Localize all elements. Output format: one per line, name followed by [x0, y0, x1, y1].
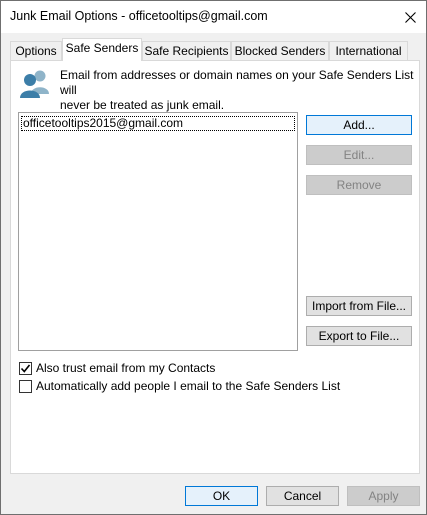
dialog-footer: OK Cancel Apply — [1, 474, 426, 514]
auto-add-option[interactable]: Automatically add people I email to the … — [19, 379, 340, 393]
auto-add-checkbox[interactable] — [19, 379, 32, 393]
safe-senders-panel: Email from addresses or domain names on … — [10, 60, 420, 474]
people-icon — [20, 70, 49, 98]
export-to-file-button[interactable]: Export to File... — [306, 326, 412, 346]
window-title: Junk Email Options - officetooltips@gmai… — [10, 9, 268, 23]
tab-strip: Options Safe Senders Safe Recipients Blo… — [10, 38, 420, 61]
remove-button[interactable]: Remove — [306, 175, 412, 195]
import-from-file-button[interactable]: Import from File... — [306, 296, 412, 316]
safe-senders-list[interactable]: officetooltips2015@gmail.com — [18, 112, 298, 351]
edit-button[interactable]: Edit... — [306, 145, 412, 165]
trust-contacts-label: Also trust email from my Contacts — [36, 361, 216, 375]
tab-blocked-senders[interactable]: Blocked Senders — [231, 41, 329, 61]
cancel-button[interactable]: Cancel — [266, 486, 339, 506]
ok-button[interactable]: OK — [185, 486, 258, 506]
tab-international[interactable]: International — [329, 41, 408, 61]
apply-button[interactable]: Apply — [347, 486, 420, 506]
description-line-1: Email from addresses or domain names on … — [60, 68, 414, 97]
auto-add-label: Automatically add people I email to the … — [36, 379, 341, 393]
description-line-2: never be treated as junk email. — [60, 98, 225, 112]
checkmark-icon — [20, 364, 31, 373]
tab-safe-senders[interactable]: Safe Senders — [62, 38, 142, 61]
safe-senders-description: Email from addresses or domain names on … — [60, 68, 416, 113]
title-bar: Junk Email Options - officetooltips@gmai… — [1, 1, 426, 33]
close-button[interactable] — [394, 1, 426, 33]
trust-contacts-checkbox[interactable] — [19, 361, 32, 375]
junk-email-options-dialog: Junk Email Options - officetooltips@gmai… — [0, 0, 427, 515]
tab-safe-recipients[interactable]: Safe Recipients — [142, 41, 231, 61]
list-item[interactable]: officetooltips2015@gmail.com — [21, 116, 295, 131]
trust-contacts-option[interactable]: Also trust email from my Contacts — [19, 361, 215, 375]
tab-options[interactable]: Options — [10, 41, 62, 61]
add-button[interactable]: Add... — [306, 115, 412, 135]
close-icon — [404, 11, 416, 23]
